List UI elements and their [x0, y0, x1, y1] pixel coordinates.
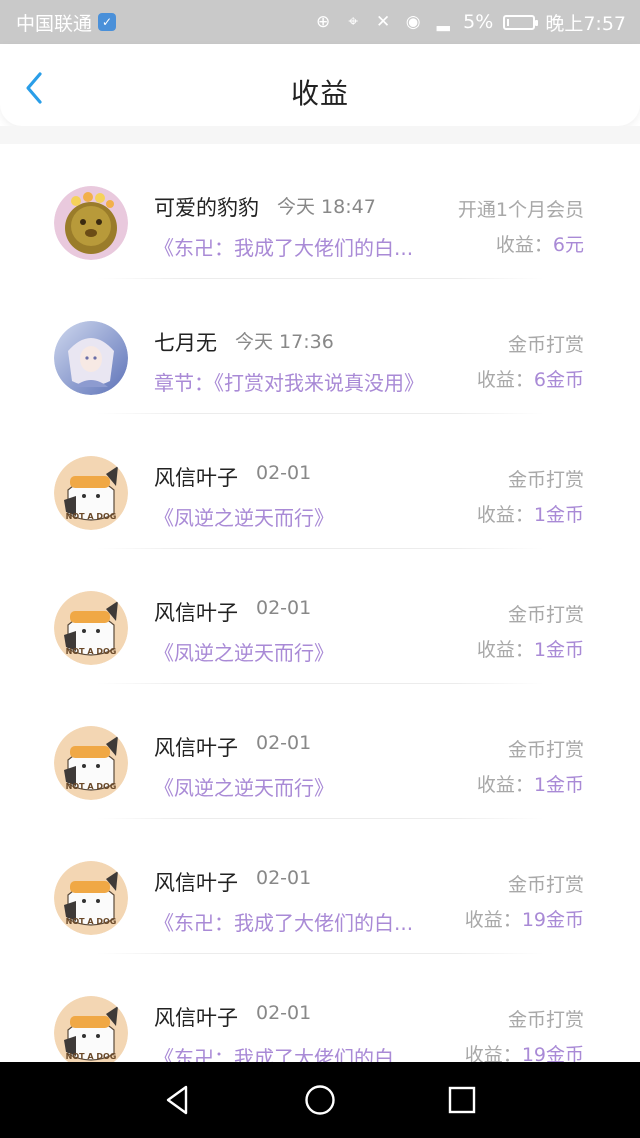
user-name: 风信叶子 — [154, 736, 238, 760]
earning-amount: 收益：1金币 — [472, 635, 584, 662]
page-title: 收益 — [290, 77, 349, 110]
avatar[interactable]: NOT A DOG — [54, 996, 128, 1062]
avatar[interactable]: NOT A DOG — [54, 726, 128, 800]
work-title: 《凤逆之逆天而行》 — [154, 776, 334, 800]
work-title: 《凤逆之逆天而行》 — [154, 641, 334, 665]
earning-label: 收益： — [476, 639, 534, 661]
earning-type: 开通1个月会员 — [457, 199, 584, 221]
work-title: 《东卍：我成了大佬们的白... — [154, 236, 414, 260]
svg-text:NOT A DOG: NOT A DOG — [66, 1052, 117, 1061]
battery-icon — [503, 14, 539, 30]
avatar[interactable] — [54, 321, 128, 395]
user-name: 风信叶子 — [154, 1006, 238, 1030]
svg-text:NOT A DOG: NOT A DOG — [66, 917, 117, 926]
header: 收益 — [0, 44, 640, 126]
status-bar: 中国联通 ✓ ⊕ ⌖ ✕ ◉ ▂ 5% 晚上7:57 — [0, 0, 640, 44]
avatar[interactable]: NOT A DOG — [54, 861, 128, 935]
list-item[interactable]: NOT A DOG 风信叶子 02-01 金币打赏《凤逆之逆天而行》 收益：1金币 — [0, 414, 640, 549]
earning-value: 1金币 — [533, 504, 584, 526]
data-icon: ⊕ — [316, 12, 331, 32]
earning-amount: 收益：1金币 — [472, 770, 584, 797]
list-item[interactable]: NOT A DOG 风信叶子 02-01 金币打赏《东卍：我成了大佬们的白... 收益：… — [0, 954, 640, 1062]
status-right: ⊕ ⌖ ✕ ◉ ▂ 5% 晚上7:57 — [313, 9, 626, 36]
avatar[interactable] — [54, 186, 128, 260]
record-time: 02-01 — [256, 462, 312, 484]
earning-type: 金币打赏 — [507, 469, 584, 491]
earning-label: 收益： — [476, 774, 534, 796]
earning-type: 金币打赏 — [507, 874, 584, 896]
carrier-label: 中国联通 — [16, 12, 93, 35]
list-item[interactable]: NOT A DOG 风信叶子 02-01 金币打赏《凤逆之逆天而行》 收益：1金币 — [0, 549, 640, 684]
earning-value: 19金币 — [521, 1044, 584, 1062]
earning-label: 收益： — [476, 504, 534, 526]
header-gap — [0, 126, 640, 144]
list-item[interactable]: 七月无 今天 17:36 金币打赏章节：《打赏对我来说真没用》 收益：6金币 — [0, 279, 640, 414]
avatar[interactable]: NOT A DOG — [54, 456, 128, 530]
work-title: 《东卍：我成了大佬们的白... — [154, 911, 414, 935]
user-name: 风信叶子 — [154, 466, 238, 490]
record-time: 02-01 — [256, 597, 312, 619]
earning-type: 金币打赏 — [507, 604, 584, 626]
recents-square-icon[interactable] — [444, 1082, 480, 1118]
earning-value: 6元 — [552, 234, 584, 256]
user-name: 七月无 — [154, 331, 217, 355]
location-icon: ⌖ — [348, 12, 358, 32]
user-name: 可爱的豹豹 — [154, 196, 259, 220]
earning-label: 收益： — [495, 234, 553, 256]
earnings-list: 可爱的豹豹 今天 18:47 开通1个月会员 《东卍：我成了大佬们的白... 收益：6元… — [0, 144, 640, 1062]
svg-text:NOT A DOG: NOT A DOG — [66, 782, 117, 791]
clock: 晚上7:57 — [545, 12, 626, 35]
back-triangle-icon[interactable] — [160, 1082, 196, 1118]
record-time: 02-01 — [256, 732, 312, 754]
record-time: 02-01 — [256, 1002, 312, 1024]
shield-icon: ✓ — [98, 13, 117, 31]
user-name: 风信叶子 — [154, 871, 238, 895]
earning-type: 金币打赏 — [507, 334, 584, 356]
list-item[interactable]: NOT A DOG 风信叶子 02-01 金币打赏《东卍：我成了大佬们的白... 收益：… — [0, 819, 640, 954]
home-circle-icon[interactable] — [302, 1082, 338, 1118]
battery-percent: 5% — [463, 11, 494, 33]
earning-value: 1金币 — [533, 774, 584, 796]
record-time: 今天 18:47 — [277, 196, 376, 218]
earning-amount: 收益：19金币 — [460, 905, 584, 932]
earning-value: 1金币 — [533, 639, 584, 661]
mute-icon: ✕ — [376, 12, 391, 32]
earning-value: 19金币 — [521, 909, 584, 931]
svg-text:NOT A DOG: NOT A DOG — [66, 512, 117, 521]
earning-type: 金币打赏 — [507, 739, 584, 761]
system-nav-bar — [0, 1062, 640, 1138]
svg-text:NOT A DOG: NOT A DOG — [66, 647, 117, 656]
work-title: 《凤逆之逆天而行》 — [154, 506, 334, 530]
list-item[interactable]: 可爱的豹豹 今天 18:47 开通1个月会员《东卍：我成了大佬们的白... 收益：6元 — [0, 144, 640, 279]
earning-label: 收益： — [476, 369, 534, 391]
work-title: 《东卍：我成了大佬们的白... — [154, 1046, 414, 1062]
record-time: 今天 17:36 — [235, 331, 334, 353]
earning-amount: 收益：6元 — [491, 230, 584, 257]
avatar[interactable]: NOT A DOG — [54, 591, 128, 665]
eye-icon: ◉ — [405, 12, 421, 32]
list-item[interactable]: NOT A DOG 风信叶子 02-01 金币打赏《凤逆之逆天而行》 收益：1金币 — [0, 684, 640, 819]
signal-icon: ▂ — [436, 12, 450, 32]
user-name: 风信叶子 — [154, 601, 238, 625]
earning-type: 金币打赏 — [507, 1009, 584, 1031]
earning-label: 收益： — [464, 909, 522, 931]
earning-amount: 收益：19金币 — [460, 1040, 584, 1062]
record-time: 02-01 — [256, 867, 312, 889]
earning-label: 收益： — [464, 1044, 522, 1062]
work-title: 章节：《打赏对我来说真没用》 — [154, 371, 424, 395]
earning-amount: 收益：6金币 — [472, 365, 584, 392]
earning-value: 6金币 — [533, 369, 584, 391]
status-left: 中国联通 ✓ — [16, 9, 117, 36]
earning-amount: 收益：1金币 — [472, 500, 584, 527]
